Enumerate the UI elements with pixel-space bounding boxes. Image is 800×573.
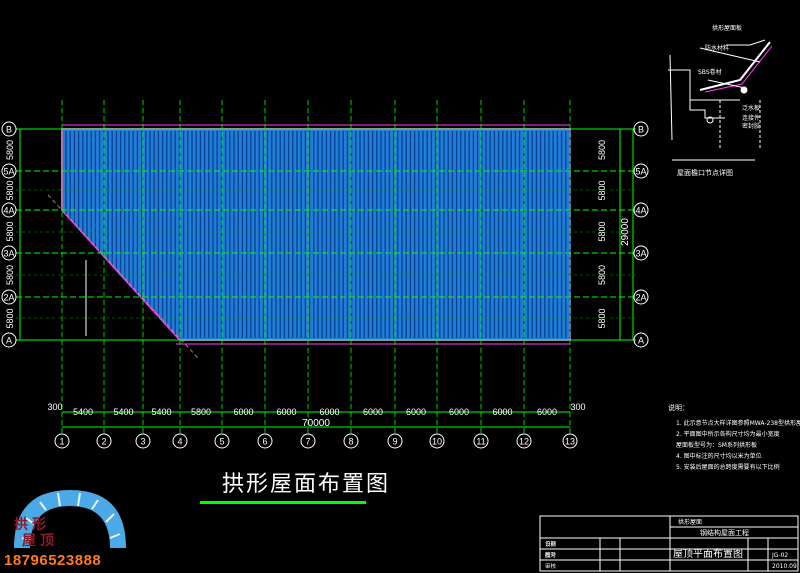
axis-bubble-label: 3A	[635, 249, 646, 259]
col-dim-label: 6000	[492, 407, 512, 417]
axis-bubble-label: 4A	[3, 206, 14, 216]
axis-bubble-label: 7	[305, 437, 310, 447]
bottom-axis-bubbles: 1 2 3 4 5 6 7 8 9 10 11 12 13	[54, 433, 578, 449]
axis-bubble-label: A	[6, 336, 12, 346]
drawing-title: 拱形屋面布置图	[222, 472, 391, 497]
axis-bubble-label: 4	[177, 437, 182, 447]
detail-callouts: 拱形屋面板防水材料 SBS卷材泛水板连接件密封胶	[698, 24, 760, 130]
col-dim-label: 5400	[113, 407, 133, 417]
notes-line: 4. 图中标注的尺寸均以米为单位	[676, 452, 762, 460]
col-dim-label: 6000	[276, 407, 296, 417]
col-dim-label: 6000	[406, 407, 426, 417]
col-dim-label: 6000	[449, 407, 469, 417]
col-dim-label: 5800	[191, 407, 211, 417]
col-dim-label: 6000	[363, 407, 383, 417]
row-dim-right: 5800	[597, 180, 607, 200]
detail-callout: 密封胶	[742, 122, 760, 130]
titleblock-field: 图号	[545, 551, 557, 559]
axis-bubble-label: B	[638, 125, 644, 135]
roof-panel-ribs	[65, 131, 571, 338]
col-dim-label: 6000	[319, 407, 339, 417]
axis-bubble-label: B	[6, 125, 12, 135]
axis-bubble-label: 12	[519, 437, 529, 447]
axis-bubble-label: 10	[432, 437, 442, 447]
row-dim-right: 5800	[597, 221, 607, 241]
detail-callout: 防水材料	[705, 44, 729, 52]
axis-bubble-label: 2A	[3, 293, 14, 303]
notes-line: 屋面板型号为：SM系列拱形板	[676, 441, 757, 449]
notes-line: 2. 平面图中所示各构尺寸均为最小宽度	[676, 430, 780, 438]
axis-bubble-label: 5A	[635, 167, 646, 177]
notes-block: 说明： 1. 此示意节点大样详图参照MWA-238型拱形屋面节点 2. 平面图中所示…	[668, 403, 800, 471]
axis-bubble-label: 3	[140, 437, 145, 447]
titleblock-title: 屋顶平面布置图	[673, 548, 743, 560]
notes-line: 5. 安装后屋面的总跨度需要有以下比例	[676, 463, 780, 471]
notes-line: 1. 此示意节点大样详图参照MWA-238型拱形屋面节点	[676, 419, 800, 427]
titleblock-sheet-no: JG-02	[771, 552, 788, 559]
title-block	[539, 515, 799, 572]
col-dim-label: 6000	[537, 407, 557, 417]
axis-bubble-label: 5A	[3, 167, 14, 177]
titleblock-date: 2010.09	[772, 563, 797, 570]
titleblock-company: 拱形屋面	[678, 518, 702, 526]
title-underline	[200, 501, 366, 504]
right-axis-bubbles: B 5A 4A 3A 2A A	[633, 121, 649, 348]
eave-detail	[668, 39, 773, 161]
row-dim-right: 5800	[597, 308, 607, 328]
axis-bubble-label: 11	[476, 437, 485, 447]
notes-heading: 说明：	[668, 403, 689, 412]
edge-dim-left: 300	[47, 402, 62, 412]
axis-bubble-label: 13	[565, 437, 575, 447]
axis-bubble-label: 1	[59, 437, 64, 447]
axis-bubble-label: 2A	[635, 293, 646, 303]
axis-bubble-label: 5	[219, 437, 224, 447]
axis-bubble-label: A	[638, 336, 644, 346]
brand-text-2: 屋顶	[22, 533, 58, 549]
row-dim-right: 5800	[597, 265, 607, 285]
detail-callout: 连接件	[742, 114, 760, 122]
row-dim-left: 5800	[5, 308, 15, 328]
detail-callout: 泛水板	[742, 104, 760, 112]
col-dim-label: 6000	[233, 407, 253, 417]
detail-callout: SBS卷材	[698, 68, 722, 76]
row-dim-left: 5800	[5, 265, 15, 285]
titleblock-fields: 设计校对审核日期图号	[545, 540, 557, 570]
axis-bubble-label: 3A	[3, 249, 14, 259]
titleblock-project: 钢结构屋面工程	[700, 528, 749, 537]
detail-label: 屋面檐口节点详图	[677, 168, 733, 177]
row-dim-left: 5800	[5, 180, 15, 200]
axis-bubble-label: 4A	[635, 206, 646, 216]
titleblock-field: 审核	[545, 562, 557, 570]
col-dim-label: 5400	[151, 407, 171, 417]
axis-bubble-label: 9	[392, 437, 397, 447]
axis-bubble-label: 8	[348, 437, 353, 447]
col-dim-label: 5400	[73, 407, 93, 417]
row-dim-right: 5800	[597, 140, 607, 160]
edge-dim-right: 300	[570, 402, 585, 412]
titleblock-field: 日期	[545, 541, 557, 548]
row-dim-left: 5800	[5, 140, 15, 160]
total-height-dim: 29000	[620, 218, 631, 246]
total-width-dim: 70000	[302, 418, 330, 429]
axis-bubble-label: 2	[101, 437, 106, 447]
axis-bubble-label: 6	[262, 437, 267, 447]
detail-callout: 拱形屋面板	[712, 24, 742, 32]
brand-phone: 18796523888	[4, 552, 102, 569]
row-dim-left: 5800	[5, 221, 15, 241]
